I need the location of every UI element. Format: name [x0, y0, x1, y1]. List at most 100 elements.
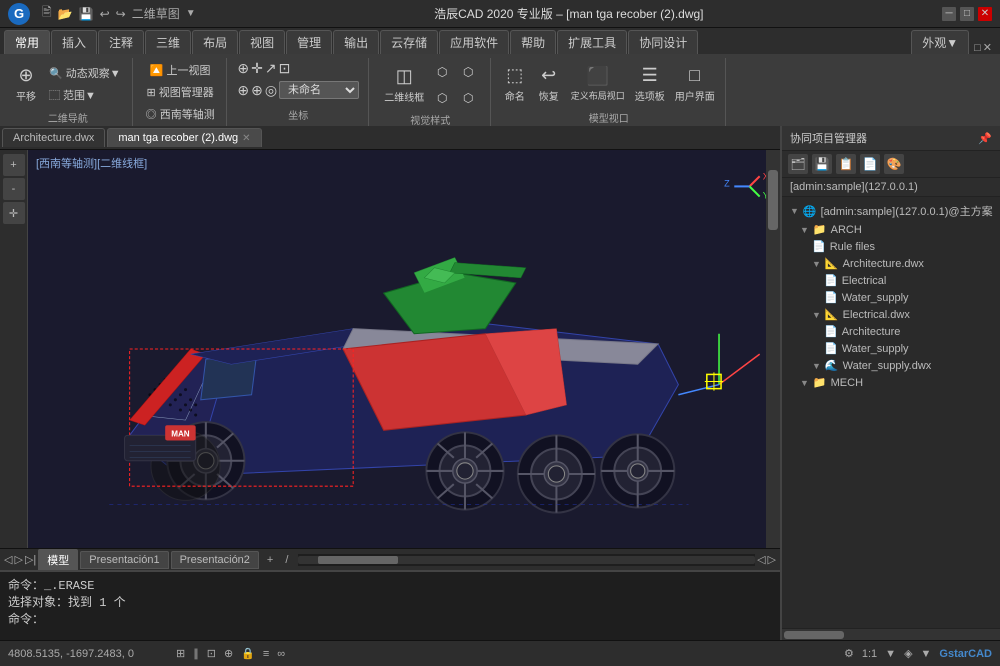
right-panel: 协同项目管理器 📌 🗂 💾 📋 📄 🎨 [admin:sample](127.0… [780, 126, 1000, 640]
tree-electrical-ref[interactable]: 📄 Electrical [782, 272, 1000, 289]
ribbon-visual-btn2[interactable]: ⬡ [456, 60, 480, 84]
tab-layout[interactable]: 布局 [192, 30, 238, 54]
ribbon-visual-btn4[interactable]: ⬡ [456, 86, 480, 110]
statusbar-grid[interactable]: ⊞ [176, 647, 185, 660]
statusbar-ortho[interactable]: ⊡ [207, 647, 216, 660]
panel-btn-3[interactable]: 📋 [836, 154, 856, 174]
ribbon-btn-palette[interactable]: ☰ 选项板 [631, 60, 669, 108]
tab-3d[interactable]: 三维 [145, 30, 191, 54]
model-tab-next[interactable]: ▷| [25, 553, 36, 566]
nav-btn-zoom-out[interactable]: - [3, 178, 25, 200]
ribbon-btn-name-viewport[interactable]: ⬚ 命名 [499, 60, 531, 108]
doc-tab-architecture[interactable]: Architecture.dwx [2, 128, 105, 147]
ribbon-btns-viewport: ⬚ 命名 ↩ 恢复 ⬛ 定义布局视口 ☰ 选项板 □ 用户界面 [499, 60, 719, 108]
tree-architecture-dwx[interactable]: ▼ 📐 Architecture.dwx [782, 255, 1000, 272]
tree-rule-files[interactable]: 📄 Rule files [782, 238, 1000, 255]
tabs-bar: Architecture.dwx man tga recober (2).dwg… [0, 126, 780, 150]
statusbar-scale-dropdown[interactable]: ▼ [885, 648, 896, 660]
ribbon-btn-prev-view[interactable]: 🔼 上一视图 [145, 60, 216, 80]
quick-access-new[interactable]: 🖹 [42, 3, 52, 24]
statusbar-settings[interactable]: ⚙ [844, 647, 854, 660]
statusbar-scale[interactable]: 1:1 [862, 648, 877, 660]
tree-architecture-ref[interactable]: 📄 Architecture [782, 323, 1000, 340]
panel-btn-2[interactable]: 💾 [812, 154, 832, 174]
quick-access-dropdown[interactable]: ▼ [186, 8, 196, 19]
ribbon-btn-ui[interactable]: □ 用户界面 [671, 60, 719, 108]
tab-collab[interactable]: 协同设计 [628, 30, 698, 54]
ribbon-btn-restore[interactable]: ↩ 恢复 [533, 60, 565, 108]
ribbon-visual-btn1[interactable]: ⬡ [430, 60, 454, 84]
tab-changyon[interactable]: 常用 [4, 30, 50, 54]
statusbar-transparency[interactable]: ∞ [277, 648, 285, 660]
statusbar-snap[interactable]: ∥ [193, 647, 199, 660]
tab-annotation[interactable]: 注释 [98, 30, 144, 54]
ribbon-btn-def-layout-viewport[interactable]: ⬛ 定义布局视口 [567, 60, 629, 108]
panel-btn-5[interactable]: 🎨 [884, 154, 904, 174]
doc-tab-close-icon[interactable]: ✕ [242, 133, 250, 144]
ribbon-btn-view-mgr[interactable]: ⊞ 视图管理器 [142, 82, 219, 102]
quick-access-open[interactable]: 📂 [58, 7, 73, 21]
tab-appearance[interactable]: 外观▼ [911, 30, 969, 54]
tab-apps[interactable]: 应用软件 [439, 30, 509, 54]
nav-btn-pan[interactable]: ✛ [3, 202, 25, 224]
ribbon-btn-sw-isometric[interactable]: ◎ 西南等轴测 [141, 104, 220, 124]
panel-btn-1[interactable]: 🗂 [788, 154, 808, 174]
tree-water-supply-dwx[interactable]: ▼ 🌊 Water_supply.dwx [782, 357, 1000, 374]
right-panel-pin[interactable]: 📌 [978, 132, 992, 145]
tree-arch-folder[interactable]: ▼ 📁 ARCH [782, 221, 1000, 238]
ribbon-btn-extent[interactable]: ⬚ 范围▼ [44, 85, 126, 105]
ribbon-visual-btn3[interactable]: ⬡ [430, 86, 454, 110]
tab-insert[interactable]: 插入 [51, 30, 97, 54]
ribbon-btn-dynamic-view[interactable]: 🔍 动态观察▼ [44, 63, 126, 83]
app-logo: G [8, 3, 30, 25]
tab-manage[interactable]: 管理 [286, 30, 332, 54]
tab-cloud[interactable]: 云存储 [380, 30, 438, 54]
minimize-button[interactable]: ─ [942, 7, 956, 21]
tree-root[interactable]: ▼ 🌐 [admin:sample](127.0.0.1)@主方案 [782, 201, 1000, 221]
model-tab-slash[interactable]: / [281, 552, 292, 568]
model-tab-scroll-left[interactable]: ◁ [757, 553, 765, 566]
statusbar-polar[interactable]: ⊕ [224, 647, 233, 660]
maximize-button[interactable]: □ [960, 7, 974, 21]
model-tab-scroll-right[interactable]: ▷ [768, 553, 776, 566]
tree-water-supply-2-ref[interactable]: 📄 Water_supply [782, 340, 1000, 357]
ribbon-btns-2dnav: ⊕ 平移 🔍 动态观察▼ ⬚ 范围▼ [10, 60, 126, 108]
tree-water-supply-2-label: Water_supply [842, 343, 909, 355]
quick-access-save[interactable]: 💾 [79, 7, 94, 21]
panel-btn-4[interactable]: 📄 [860, 154, 880, 174]
doc-tab-man-tga[interactable]: man tga recober (2).dwg ✕ [107, 128, 261, 147]
command-input[interactable] [48, 612, 772, 626]
ribbon-btn-pan[interactable]: ⊕ 平移 [10, 60, 42, 108]
close-button[interactable]: ✕ [978, 7, 992, 21]
tab-output[interactable]: 输出 [333, 30, 379, 54]
canvas-area[interactable]: [西南等轴测][二维线框] [28, 150, 780, 548]
tab-help[interactable]: 帮助 [510, 30, 556, 54]
ribbon-btn-2dwireframe[interactable]: ◫ 二维线框 [380, 61, 428, 109]
viewport-vscroll[interactable] [766, 150, 780, 548]
tab-view[interactable]: 视图 [239, 30, 285, 54]
quick-access-undo[interactable]: ↩ [100, 7, 110, 21]
coords-select[interactable]: 未命名 [279, 81, 359, 99]
statusbar-annotate-dropdown[interactable]: ▼ [921, 648, 932, 660]
pan-label: 平移 [16, 88, 36, 103]
nav-btn-zoom-in[interactable]: + [3, 154, 25, 176]
statusbar-lock[interactable]: 🔒 [241, 647, 255, 660]
model-tab-model[interactable]: 模型 [38, 549, 78, 571]
ribbon-close-btn[interactable]: ✕ [983, 41, 992, 54]
tree-rule-icon: 📄 [812, 240, 826, 253]
tab-ext-tools[interactable]: 扩展工具 [557, 30, 627, 54]
right-panel-hscroll[interactable] [782, 628, 1000, 640]
model-tab-prev-prev[interactable]: ◁ [4, 553, 12, 566]
tree-water-supply-ref[interactable]: 📄 Water_supply [782, 289, 1000, 306]
statusbar-annotate[interactable]: ◈ [904, 647, 912, 660]
model-tab-pres1[interactable]: Presentación1 [80, 551, 168, 569]
quick-access-redo[interactable]: ↪ [116, 7, 126, 21]
model-tab-add[interactable]: + [261, 552, 279, 568]
ribbon-minimize-btn[interactable]: □ [974, 42, 981, 54]
statusbar-lineweight[interactable]: ≡ [263, 648, 269, 660]
tree-mech-folder[interactable]: ▼ 📁 MECH [782, 374, 1000, 391]
tree-electrical-dwx[interactable]: ▼ 📐 Electrical.dwx [782, 306, 1000, 323]
model-tab-prev[interactable]: ▷ [14, 553, 22, 566]
model-tab-pres2[interactable]: Presentación2 [171, 551, 259, 569]
quick-access-2ddraft[interactable]: 二维草图 [132, 5, 180, 22]
